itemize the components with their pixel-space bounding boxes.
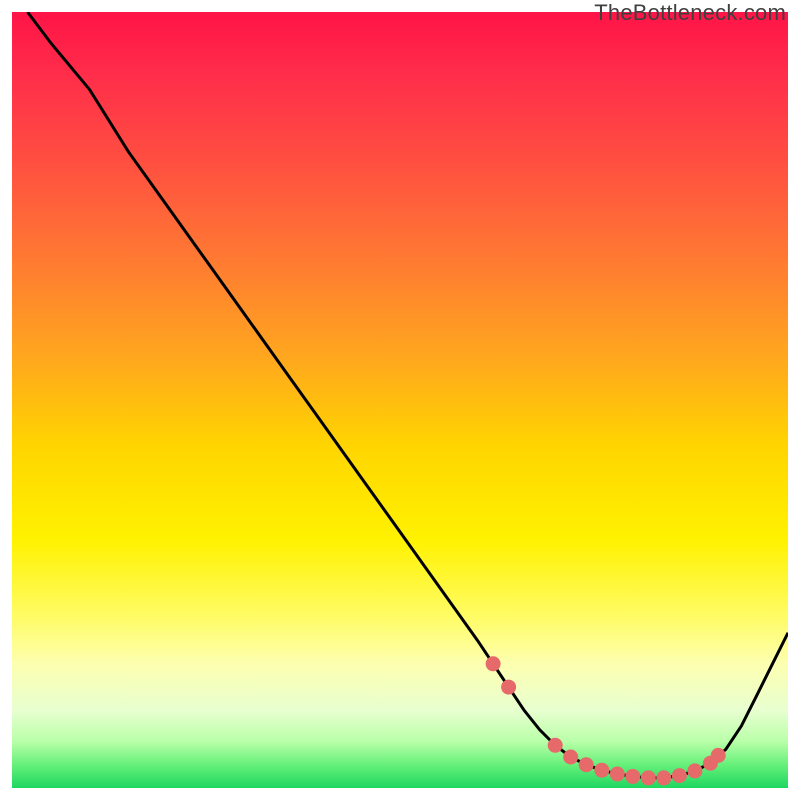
marker-dot	[711, 748, 726, 763]
marker-dot	[672, 768, 687, 783]
bottleneck-chart: TheBottleneck.com	[0, 0, 800, 800]
marker-dot	[641, 770, 656, 785]
marker-dot	[625, 769, 640, 784]
bottleneck-curve	[28, 12, 789, 778]
marker-dot	[687, 763, 702, 778]
marker-dot	[563, 750, 578, 765]
curve-layer	[12, 12, 788, 788]
marker-dot	[501, 680, 516, 695]
marker-dot	[594, 763, 609, 778]
watermark-label: TheBottleneck.com	[594, 0, 786, 26]
marker-dot	[548, 738, 563, 753]
marker-dot	[656, 770, 671, 785]
plot-area	[12, 12, 788, 788]
marker-dot	[579, 757, 594, 772]
marker-dot	[486, 656, 501, 671]
marker-dots	[486, 656, 726, 785]
marker-dot	[610, 767, 625, 782]
